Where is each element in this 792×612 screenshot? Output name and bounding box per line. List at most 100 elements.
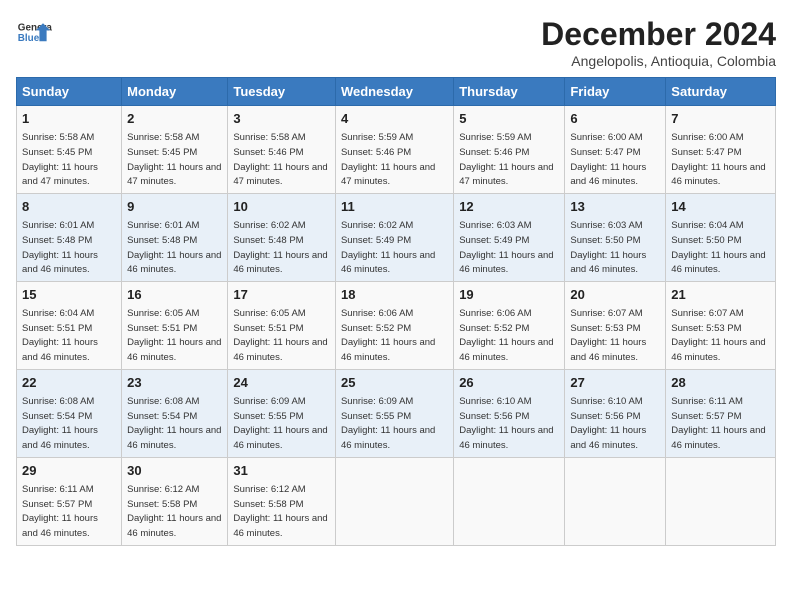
calendar-cell: 31 Sunrise: 6:12 AM Sunset: 5:58 PM Dayli… bbox=[228, 457, 336, 545]
day-info: Sunrise: 6:08 AM Sunset: 5:54 PM Dayligh… bbox=[127, 396, 221, 451]
day-info: Sunrise: 6:05 AM Sunset: 5:51 PM Dayligh… bbox=[127, 308, 221, 363]
calendar-cell: 18 Sunrise: 6:06 AM Sunset: 5:52 PM Dayli… bbox=[335, 281, 453, 369]
calendar-week-2: 8 Sunrise: 6:01 AM Sunset: 5:48 PM Daylig… bbox=[17, 193, 776, 281]
logo: General Blue bbox=[16, 16, 52, 52]
day-info: Sunrise: 6:09 AM Sunset: 5:55 PM Dayligh… bbox=[341, 396, 435, 451]
header-wednesday: Wednesday bbox=[335, 78, 453, 106]
header-saturday: Saturday bbox=[666, 78, 776, 106]
day-number: 12 bbox=[459, 198, 559, 216]
calendar-cell: 7 Sunrise: 6:00 AM Sunset: 5:47 PM Daylig… bbox=[666, 106, 776, 194]
day-info: Sunrise: 5:58 AM Sunset: 5:45 PM Dayligh… bbox=[22, 132, 98, 187]
day-number: 3 bbox=[233, 110, 330, 128]
day-info: Sunrise: 6:11 AM Sunset: 5:57 PM Dayligh… bbox=[671, 396, 765, 451]
calendar-cell: 12Sunrise: 6:03 AM Sunset: 5:49 PM Dayli… bbox=[454, 193, 565, 281]
day-info: Sunrise: 6:11 AM Sunset: 5:57 PM Dayligh… bbox=[22, 484, 98, 539]
day-number: 28 bbox=[671, 374, 770, 392]
day-info: Sunrise: 6:10 AM Sunset: 5:56 PM Dayligh… bbox=[570, 396, 646, 451]
header-friday: Friday bbox=[565, 78, 666, 106]
calendar-week-3: 15Sunrise: 6:04 AM Sunset: 5:51 PM Dayli… bbox=[17, 281, 776, 369]
calendar-cell: 28 Sunrise: 6:11 AM Sunset: 5:57 PM Dayli… bbox=[666, 369, 776, 457]
calendar-cell: 15Sunrise: 6:04 AM Sunset: 5:51 PM Dayli… bbox=[17, 281, 122, 369]
day-info: Sunrise: 6:05 AM Sunset: 5:51 PM Dayligh… bbox=[233, 308, 327, 363]
calendar-cell: 1 Sunrise: 5:58 AM Sunset: 5:45 PM Daylig… bbox=[17, 106, 122, 194]
calendar-cell: 16 Sunrise: 6:05 AM Sunset: 5:51 PM Dayli… bbox=[122, 281, 228, 369]
calendar-cell: 11Sunrise: 6:02 AM Sunset: 5:49 PM Dayli… bbox=[335, 193, 453, 281]
calendar-header-row: SundayMondayTuesdayWednesdayThursdayFrid… bbox=[17, 78, 776, 106]
calendar-week-4: 22 Sunrise: 6:08 AM Sunset: 5:54 PM Dayli… bbox=[17, 369, 776, 457]
day-number: 27 bbox=[570, 374, 660, 392]
calendar-cell: 21Sunrise: 6:07 AM Sunset: 5:53 PM Dayli… bbox=[666, 281, 776, 369]
header-thursday: Thursday bbox=[454, 78, 565, 106]
day-number: 2 bbox=[127, 110, 222, 128]
header-tuesday: Tuesday bbox=[228, 78, 336, 106]
svg-text:Blue: Blue bbox=[18, 33, 40, 44]
calendar-cell: 3Sunrise: 5:58 AM Sunset: 5:46 PM Daylig… bbox=[228, 106, 336, 194]
calendar-cell: 26 Sunrise: 6:10 AM Sunset: 5:56 PM Dayli… bbox=[454, 369, 565, 457]
day-info: Sunrise: 6:00 AM Sunset: 5:47 PM Dayligh… bbox=[570, 132, 646, 187]
day-number: 11 bbox=[341, 198, 448, 216]
calendar-cell: 20 Sunrise: 6:07 AM Sunset: 5:53 PM Dayli… bbox=[565, 281, 666, 369]
day-info: Sunrise: 6:07 AM Sunset: 5:53 PM Dayligh… bbox=[570, 308, 646, 363]
day-number: 17 bbox=[233, 286, 330, 304]
day-number: 23 bbox=[127, 374, 222, 392]
day-number: 13 bbox=[570, 198, 660, 216]
day-number: 30 bbox=[127, 462, 222, 480]
day-info: Sunrise: 6:02 AM Sunset: 5:48 PM Dayligh… bbox=[233, 220, 327, 275]
day-number: 25 bbox=[341, 374, 448, 392]
calendar-cell: 23 Sunrise: 6:08 AM Sunset: 5:54 PM Dayli… bbox=[122, 369, 228, 457]
day-number: 21 bbox=[671, 286, 770, 304]
day-info: Sunrise: 5:58 AM Sunset: 5:45 PM Dayligh… bbox=[127, 132, 221, 187]
day-number: 4 bbox=[341, 110, 448, 128]
calendar-cell: 17 Sunrise: 6:05 AM Sunset: 5:51 PM Dayli… bbox=[228, 281, 336, 369]
day-number: 8 bbox=[22, 198, 116, 216]
day-number: 31 bbox=[233, 462, 330, 480]
day-number: 18 bbox=[341, 286, 448, 304]
day-number: 16 bbox=[127, 286, 222, 304]
day-info: Sunrise: 6:00 AM Sunset: 5:47 PM Dayligh… bbox=[671, 132, 765, 187]
day-info: Sunrise: 6:03 AM Sunset: 5:50 PM Dayligh… bbox=[570, 220, 646, 275]
calendar-table: SundayMondayTuesdayWednesdayThursdayFrid… bbox=[16, 77, 776, 546]
day-number: 24 bbox=[233, 374, 330, 392]
day-number: 1 bbox=[22, 110, 116, 128]
calendar-cell bbox=[335, 457, 453, 545]
day-number: 14 bbox=[671, 198, 770, 216]
calendar-cell: 24Sunrise: 6:09 AM Sunset: 5:55 PM Dayli… bbox=[228, 369, 336, 457]
calendar-cell: 5Sunrise: 5:59 AM Sunset: 5:46 PM Daylig… bbox=[454, 106, 565, 194]
header-monday: Monday bbox=[122, 78, 228, 106]
calendar-cell: 8 Sunrise: 6:01 AM Sunset: 5:48 PM Daylig… bbox=[17, 193, 122, 281]
header: General Blue December 2024 Angelopolis, … bbox=[16, 16, 776, 69]
day-info: Sunrise: 6:08 AM Sunset: 5:54 PM Dayligh… bbox=[22, 396, 98, 451]
day-number: 9 bbox=[127, 198, 222, 216]
day-info: Sunrise: 6:04 AM Sunset: 5:50 PM Dayligh… bbox=[671, 220, 765, 275]
calendar-cell bbox=[666, 457, 776, 545]
day-number: 19 bbox=[459, 286, 559, 304]
page-subtitle: Angelopolis, Antioquia, Colombia bbox=[541, 53, 776, 69]
calendar-cell: 22 Sunrise: 6:08 AM Sunset: 5:54 PM Dayli… bbox=[17, 369, 122, 457]
calendar-cell: 29Sunrise: 6:11 AM Sunset: 5:57 PM Dayli… bbox=[17, 457, 122, 545]
day-info: Sunrise: 5:59 AM Sunset: 5:46 PM Dayligh… bbox=[459, 132, 553, 187]
day-number: 26 bbox=[459, 374, 559, 392]
calendar-cell: 14 Sunrise: 6:04 AM Sunset: 5:50 PM Dayli… bbox=[666, 193, 776, 281]
calendar-cell bbox=[565, 457, 666, 545]
day-number: 7 bbox=[671, 110, 770, 128]
day-info: Sunrise: 6:01 AM Sunset: 5:48 PM Dayligh… bbox=[22, 220, 98, 275]
day-info: Sunrise: 6:10 AM Sunset: 5:56 PM Dayligh… bbox=[459, 396, 553, 451]
calendar-cell: 2 Sunrise: 5:58 AM Sunset: 5:45 PM Daylig… bbox=[122, 106, 228, 194]
calendar-cell: 6Sunrise: 6:00 AM Sunset: 5:47 PM Daylig… bbox=[565, 106, 666, 194]
logo-icon: General Blue bbox=[16, 16, 52, 52]
day-info: Sunrise: 6:01 AM Sunset: 5:48 PM Dayligh… bbox=[127, 220, 221, 275]
day-info: Sunrise: 5:59 AM Sunset: 5:46 PM Dayligh… bbox=[341, 132, 435, 187]
calendar-cell: 4 Sunrise: 5:59 AM Sunset: 5:46 PM Daylig… bbox=[335, 106, 453, 194]
calendar-cell: 25 Sunrise: 6:09 AM Sunset: 5:55 PM Dayli… bbox=[335, 369, 453, 457]
calendar-cell: 19Sunrise: 6:06 AM Sunset: 5:52 PM Dayli… bbox=[454, 281, 565, 369]
day-number: 20 bbox=[570, 286, 660, 304]
day-info: Sunrise: 6:06 AM Sunset: 5:52 PM Dayligh… bbox=[341, 308, 435, 363]
calendar-cell: 13 Sunrise: 6:03 AM Sunset: 5:50 PM Dayli… bbox=[565, 193, 666, 281]
day-number: 22 bbox=[22, 374, 116, 392]
day-info: Sunrise: 6:12 AM Sunset: 5:58 PM Dayligh… bbox=[233, 484, 327, 539]
page-title: December 2024 bbox=[541, 16, 776, 53]
calendar-cell: 30Sunrise: 6:12 AM Sunset: 5:58 PM Dayli… bbox=[122, 457, 228, 545]
header-sunday: Sunday bbox=[17, 78, 122, 106]
calendar-cell: 27 Sunrise: 6:10 AM Sunset: 5:56 PM Dayli… bbox=[565, 369, 666, 457]
calendar-week-5: 29Sunrise: 6:11 AM Sunset: 5:57 PM Dayli… bbox=[17, 457, 776, 545]
